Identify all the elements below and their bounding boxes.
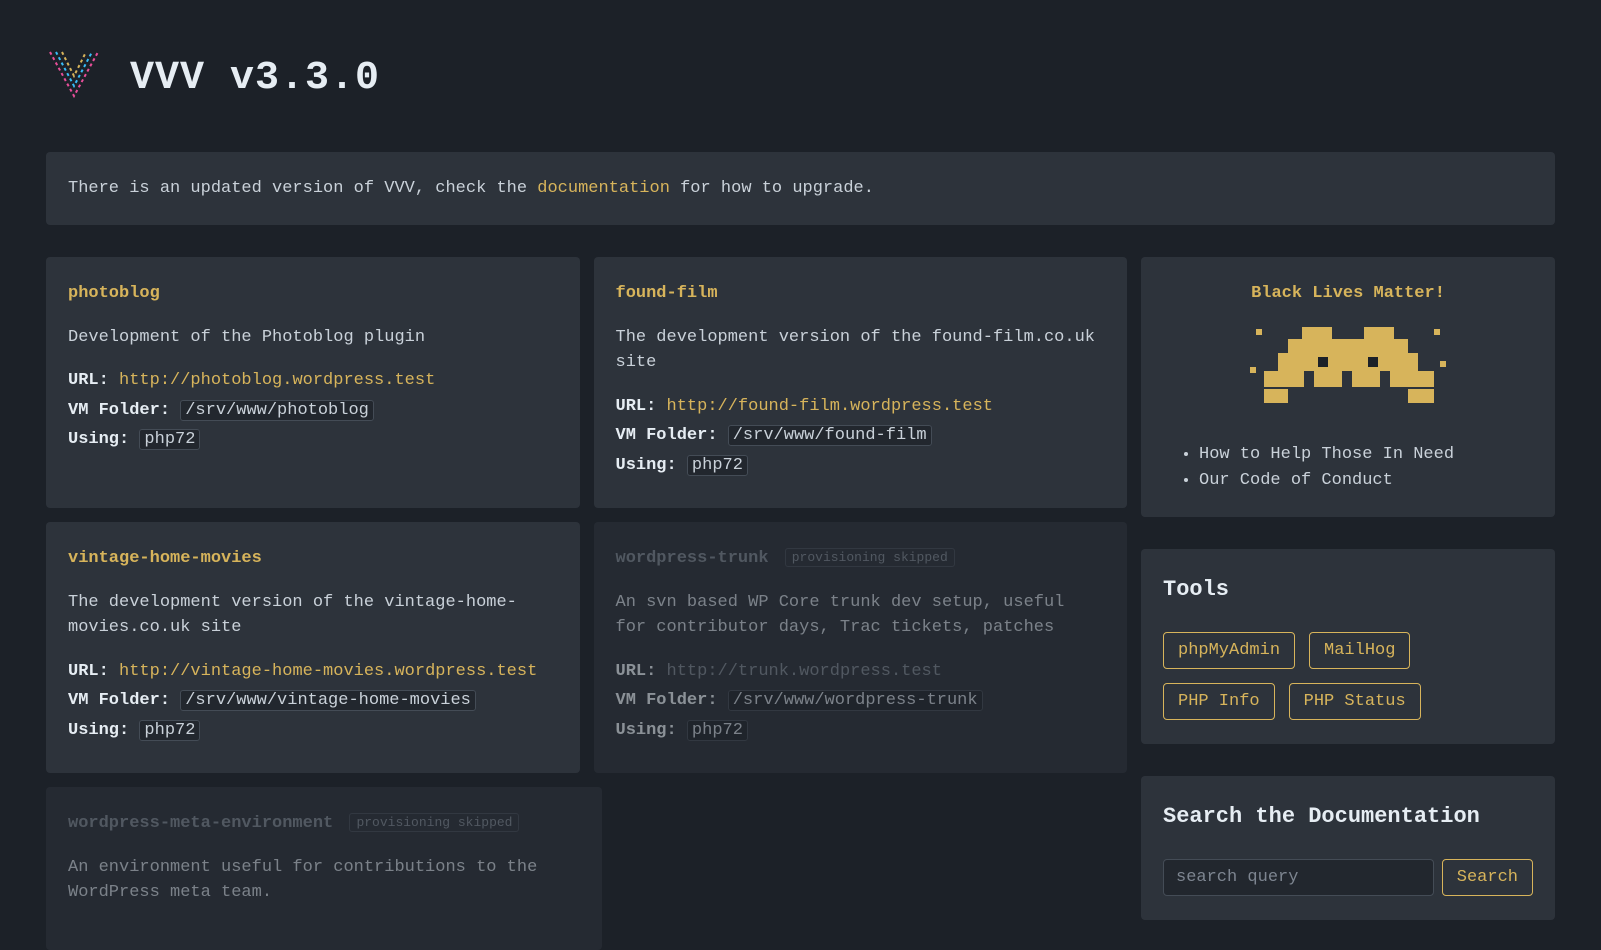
blm-title: Black Lives Matter! (1163, 281, 1533, 307)
tools-box: Tools phpMyAdmin MailHog PHP Info PHP St… (1141, 549, 1555, 744)
tool-phpinfo[interactable]: PHP Info (1163, 683, 1275, 720)
blm-link-conduct[interactable]: Our Code of Conduct (1199, 471, 1393, 490)
page-title: VVV v3.3.0 (130, 49, 380, 109)
site-url-link[interactable]: http://vintage-home-movies.wordpress.tes… (119, 662, 537, 681)
php-version: php72 (139, 720, 200, 741)
site-desc: An svn based WP Core trunk dev setup, us… (616, 590, 1106, 641)
php-version: php72 (687, 720, 748, 741)
skipped-tag: provisioning skipped (785, 548, 955, 567)
search-button[interactable]: Search (1442, 859, 1533, 896)
site-desc: An environment useful for contributions … (68, 855, 580, 906)
site-card: wordpress-trunk provisioning skipped An … (594, 522, 1128, 773)
documentation-link[interactable]: documentation (537, 179, 670, 198)
search-title: Search the Documentation (1163, 800, 1533, 833)
php-version: php72 (687, 455, 748, 476)
php-version: php72 (139, 429, 200, 450)
site-card: wordpress-meta-environment provisioning … (46, 787, 602, 950)
blm-box: Black Lives Matter! (1141, 257, 1555, 517)
site-desc: Development of the Photoblog plugin (68, 325, 558, 351)
page-header: VVV v3.3.0 (46, 46, 1555, 112)
site-name: vintage-home-movies (68, 546, 558, 572)
site-card: photoblog Development of the Photoblog p… (46, 257, 580, 508)
blm-link-help[interactable]: How to Help Those In Need (1199, 445, 1454, 464)
tool-phpmyadmin[interactable]: phpMyAdmin (1163, 632, 1295, 669)
update-banner: There is an updated version of VVV, chec… (46, 152, 1555, 226)
search-box: Search the Documentation Search (1141, 776, 1555, 920)
vm-folder: /srv/www/found-film (728, 425, 932, 446)
raccoon-pixel-icon (1163, 321, 1533, 421)
site-desc: The development version of the found-fil… (616, 325, 1106, 376)
tool-mailhog[interactable]: MailHog (1309, 632, 1410, 669)
vm-folder: /srv/www/vintage-home-movies (180, 690, 476, 711)
vm-folder: /srv/www/photoblog (180, 400, 374, 421)
vm-folder: /srv/www/wordpress-trunk (728, 690, 983, 711)
site-url-link[interactable]: http://trunk.wordpress.test (667, 662, 942, 681)
skipped-tag: provisioning skipped (349, 813, 519, 832)
site-name: photoblog (68, 281, 558, 307)
site-url-link[interactable]: http://found-film.wordpress.test (667, 397, 993, 416)
site-desc: The development version of the vintage-h… (68, 590, 558, 641)
site-card: vintage-home-movies The development vers… (46, 522, 580, 773)
site-url-link[interactable]: http://photoblog.wordpress.test (119, 371, 435, 390)
site-name: wordpress-meta-environment provisioning … (68, 811, 580, 837)
tool-phpstatus[interactable]: PHP Status (1289, 683, 1421, 720)
search-input[interactable] (1163, 859, 1434, 896)
tools-title: Tools (1163, 573, 1533, 606)
site-name: found-film (616, 281, 1106, 307)
vvv-logo-icon (46, 46, 102, 112)
site-card: found-film The development version of th… (594, 257, 1128, 508)
site-name: wordpress-trunk provisioning skipped (616, 546, 1106, 572)
